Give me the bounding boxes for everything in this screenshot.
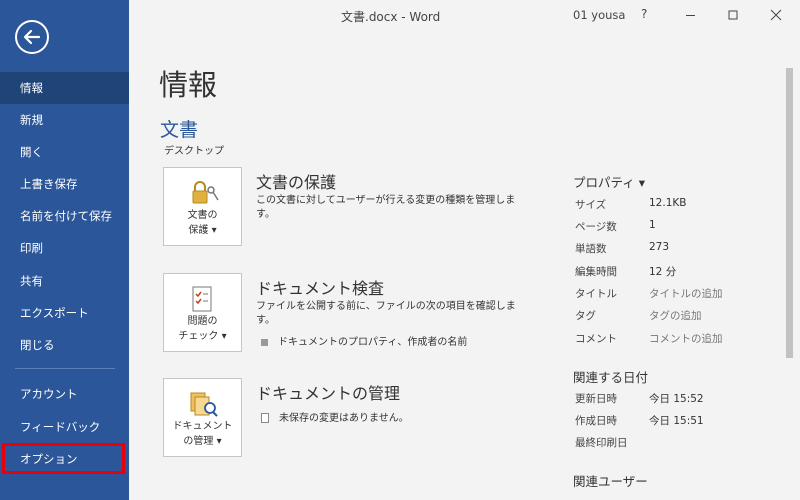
- sidebar-item-new[interactable]: 新規: [0, 104, 129, 136]
- options-highlight-box: [2, 443, 125, 474]
- inspect-document-section: 問題の チェック ▾ ドキュメント検査 ファイルを公開する前に、ファイルの次の項…: [163, 273, 563, 355]
- date-key: 更新日時: [575, 393, 617, 405]
- user-account-name[interactable]: 01 yousa: [573, 8, 625, 22]
- property-row: 単語数 273: [573, 241, 773, 263]
- tile-label-line2: チェック ▾: [178, 331, 227, 342]
- arrow-left-icon: [23, 29, 41, 45]
- section-description: この文書に対してユーザーが行える変更の種類を管理します。: [256, 195, 516, 220]
- info-pane: 文書.docx - Word 01 yousa ? 情報 文書 デスクトップ 文…: [129, 0, 800, 500]
- property-key: ページ数: [575, 221, 617, 233]
- related-users-heading: 関連ユーザー: [573, 474, 648, 489]
- lock-key-icon: [164, 178, 241, 208]
- bullet-square-icon: [261, 338, 268, 346]
- sidebar-item-print[interactable]: 印刷: [0, 232, 129, 264]
- property-row: タグ タグの追加: [573, 308, 773, 330]
- property-value: 1: [649, 219, 656, 231]
- property-value: 12.1KB: [649, 197, 687, 209]
- document-icon: [261, 413, 269, 423]
- bullet-text: ドキュメントのプロパティ、作成者の名前: [278, 337, 468, 348]
- tile-label-line2: 保護 ▾: [188, 225, 217, 236]
- vertical-scrollbar[interactable]: [783, 60, 797, 500]
- minimize-icon: [686, 15, 695, 16]
- property-value: 273: [649, 241, 670, 253]
- window-title: 文書.docx - Word: [341, 10, 441, 24]
- manage-bullet-item: 未保存の変更はありません。: [261, 409, 409, 424]
- section-title: ドキュメント検査: [256, 279, 385, 298]
- sidebar-item-save[interactable]: 上書き保存: [0, 168, 129, 200]
- checklist-icon: [164, 284, 241, 314]
- document-search-icon: [164, 389, 241, 419]
- minimize-button[interactable]: [677, 4, 703, 26]
- tile-label-line2: の管理 ▾: [183, 436, 222, 447]
- protect-document-section: 文書の 保護 ▾ 文書の保護 この文書に対してユーザーが行える変更の種類を管理し…: [163, 167, 563, 249]
- property-key: 編集時間: [575, 266, 617, 278]
- property-key: コメント: [575, 333, 617, 345]
- property-key: タイトル: [575, 288, 617, 300]
- tile-label-line1: 文書の: [187, 210, 218, 221]
- check-issues-button[interactable]: 問題の チェック ▾: [163, 273, 242, 352]
- sidebar-item-save-as[interactable]: 名前を付けて保存: [0, 200, 129, 232]
- date-key: 最終印刷日: [575, 437, 628, 449]
- sidebar-item-open[interactable]: 開く: [0, 136, 129, 168]
- section-title: 文書の保護: [256, 173, 337, 192]
- manage-document-button[interactable]: ドキュメント の管理 ▾: [163, 378, 242, 457]
- tile-label-line1: ドキュメント: [172, 421, 233, 432]
- property-row: コメント コメントの追加: [573, 331, 773, 353]
- backstage-sidebar: 情報 新規 開く 上書き保存 名前を付けて保存 印刷 共有 エクスポート 閉じる…: [0, 0, 129, 500]
- sidebar-item-info[interactable]: 情報: [0, 72, 129, 104]
- close-window-button[interactable]: [763, 4, 789, 26]
- sidebar-item-share[interactable]: 共有: [0, 265, 129, 297]
- back-button[interactable]: [15, 20, 49, 54]
- document-name: 文書: [160, 119, 199, 141]
- scrollbar-thumb[interactable]: [786, 68, 793, 358]
- title-input[interactable]: タイトルの追加: [649, 286, 723, 301]
- property-row: 編集時間 12 分: [573, 264, 773, 286]
- page-title: 情報: [159, 68, 218, 102]
- comment-input[interactable]: コメントの追加: [649, 331, 723, 346]
- date-value: 今日 15:52: [649, 393, 704, 405]
- title-bar: 文書.docx - Word 01 yousa ?: [129, 0, 800, 32]
- section-title: ドキュメントの管理: [256, 384, 401, 403]
- property-value: 12 分: [649, 266, 677, 278]
- property-key: サイズ: [575, 199, 607, 211]
- manage-document-section: ドキュメント の管理 ▾ ドキュメントの管理 未保存の変更はありません。: [163, 378, 563, 460]
- property-key: タグ: [575, 310, 596, 322]
- property-row: タイトル タイトルの追加: [573, 286, 773, 308]
- tile-label-line1: 問題の: [187, 316, 218, 327]
- sidebar-item-account[interactable]: アカウント: [0, 378, 129, 410]
- property-row: サイズ 12.1KB: [573, 197, 773, 219]
- bullet-text: 未保存の変更はありません。: [279, 413, 409, 424]
- sidebar-divider: [15, 368, 115, 369]
- maximize-icon: [728, 10, 738, 20]
- date-row: 更新日時 今日 15:52: [573, 391, 773, 413]
- sidebar-item-close[interactable]: 閉じる: [0, 329, 129, 361]
- help-button[interactable]: ?: [641, 7, 647, 21]
- protect-document-button[interactable]: 文書の 保護 ▾: [163, 167, 242, 246]
- sidebar-item-feedback[interactable]: フィードバック: [0, 411, 129, 443]
- properties-heading[interactable]: プロパティ ▾: [573, 172, 645, 191]
- date-key: 作成日時: [575, 415, 617, 427]
- date-value: 今日 15:51: [649, 415, 704, 427]
- property-key: 単語数: [575, 243, 607, 255]
- sidebar-item-export[interactable]: エクスポート: [0, 297, 129, 329]
- date-row: 最終印刷日: [573, 435, 773, 457]
- related-dates-heading: 関連する日付: [573, 370, 649, 385]
- inspect-bullet-item: ドキュメントのプロパティ、作成者の名前: [261, 333, 467, 348]
- document-location[interactable]: デスクトップ: [164, 142, 224, 157]
- date-row: 作成日時 今日 15:51: [573, 413, 773, 435]
- tag-input[interactable]: タグの追加: [649, 308, 702, 323]
- maximize-button[interactable]: [720, 4, 746, 26]
- property-row: ページ数 1: [573, 219, 773, 241]
- close-icon: [770, 9, 782, 21]
- section-description: ファイルを公開する前に、ファイルの次の項目を確認します。: [256, 301, 516, 326]
